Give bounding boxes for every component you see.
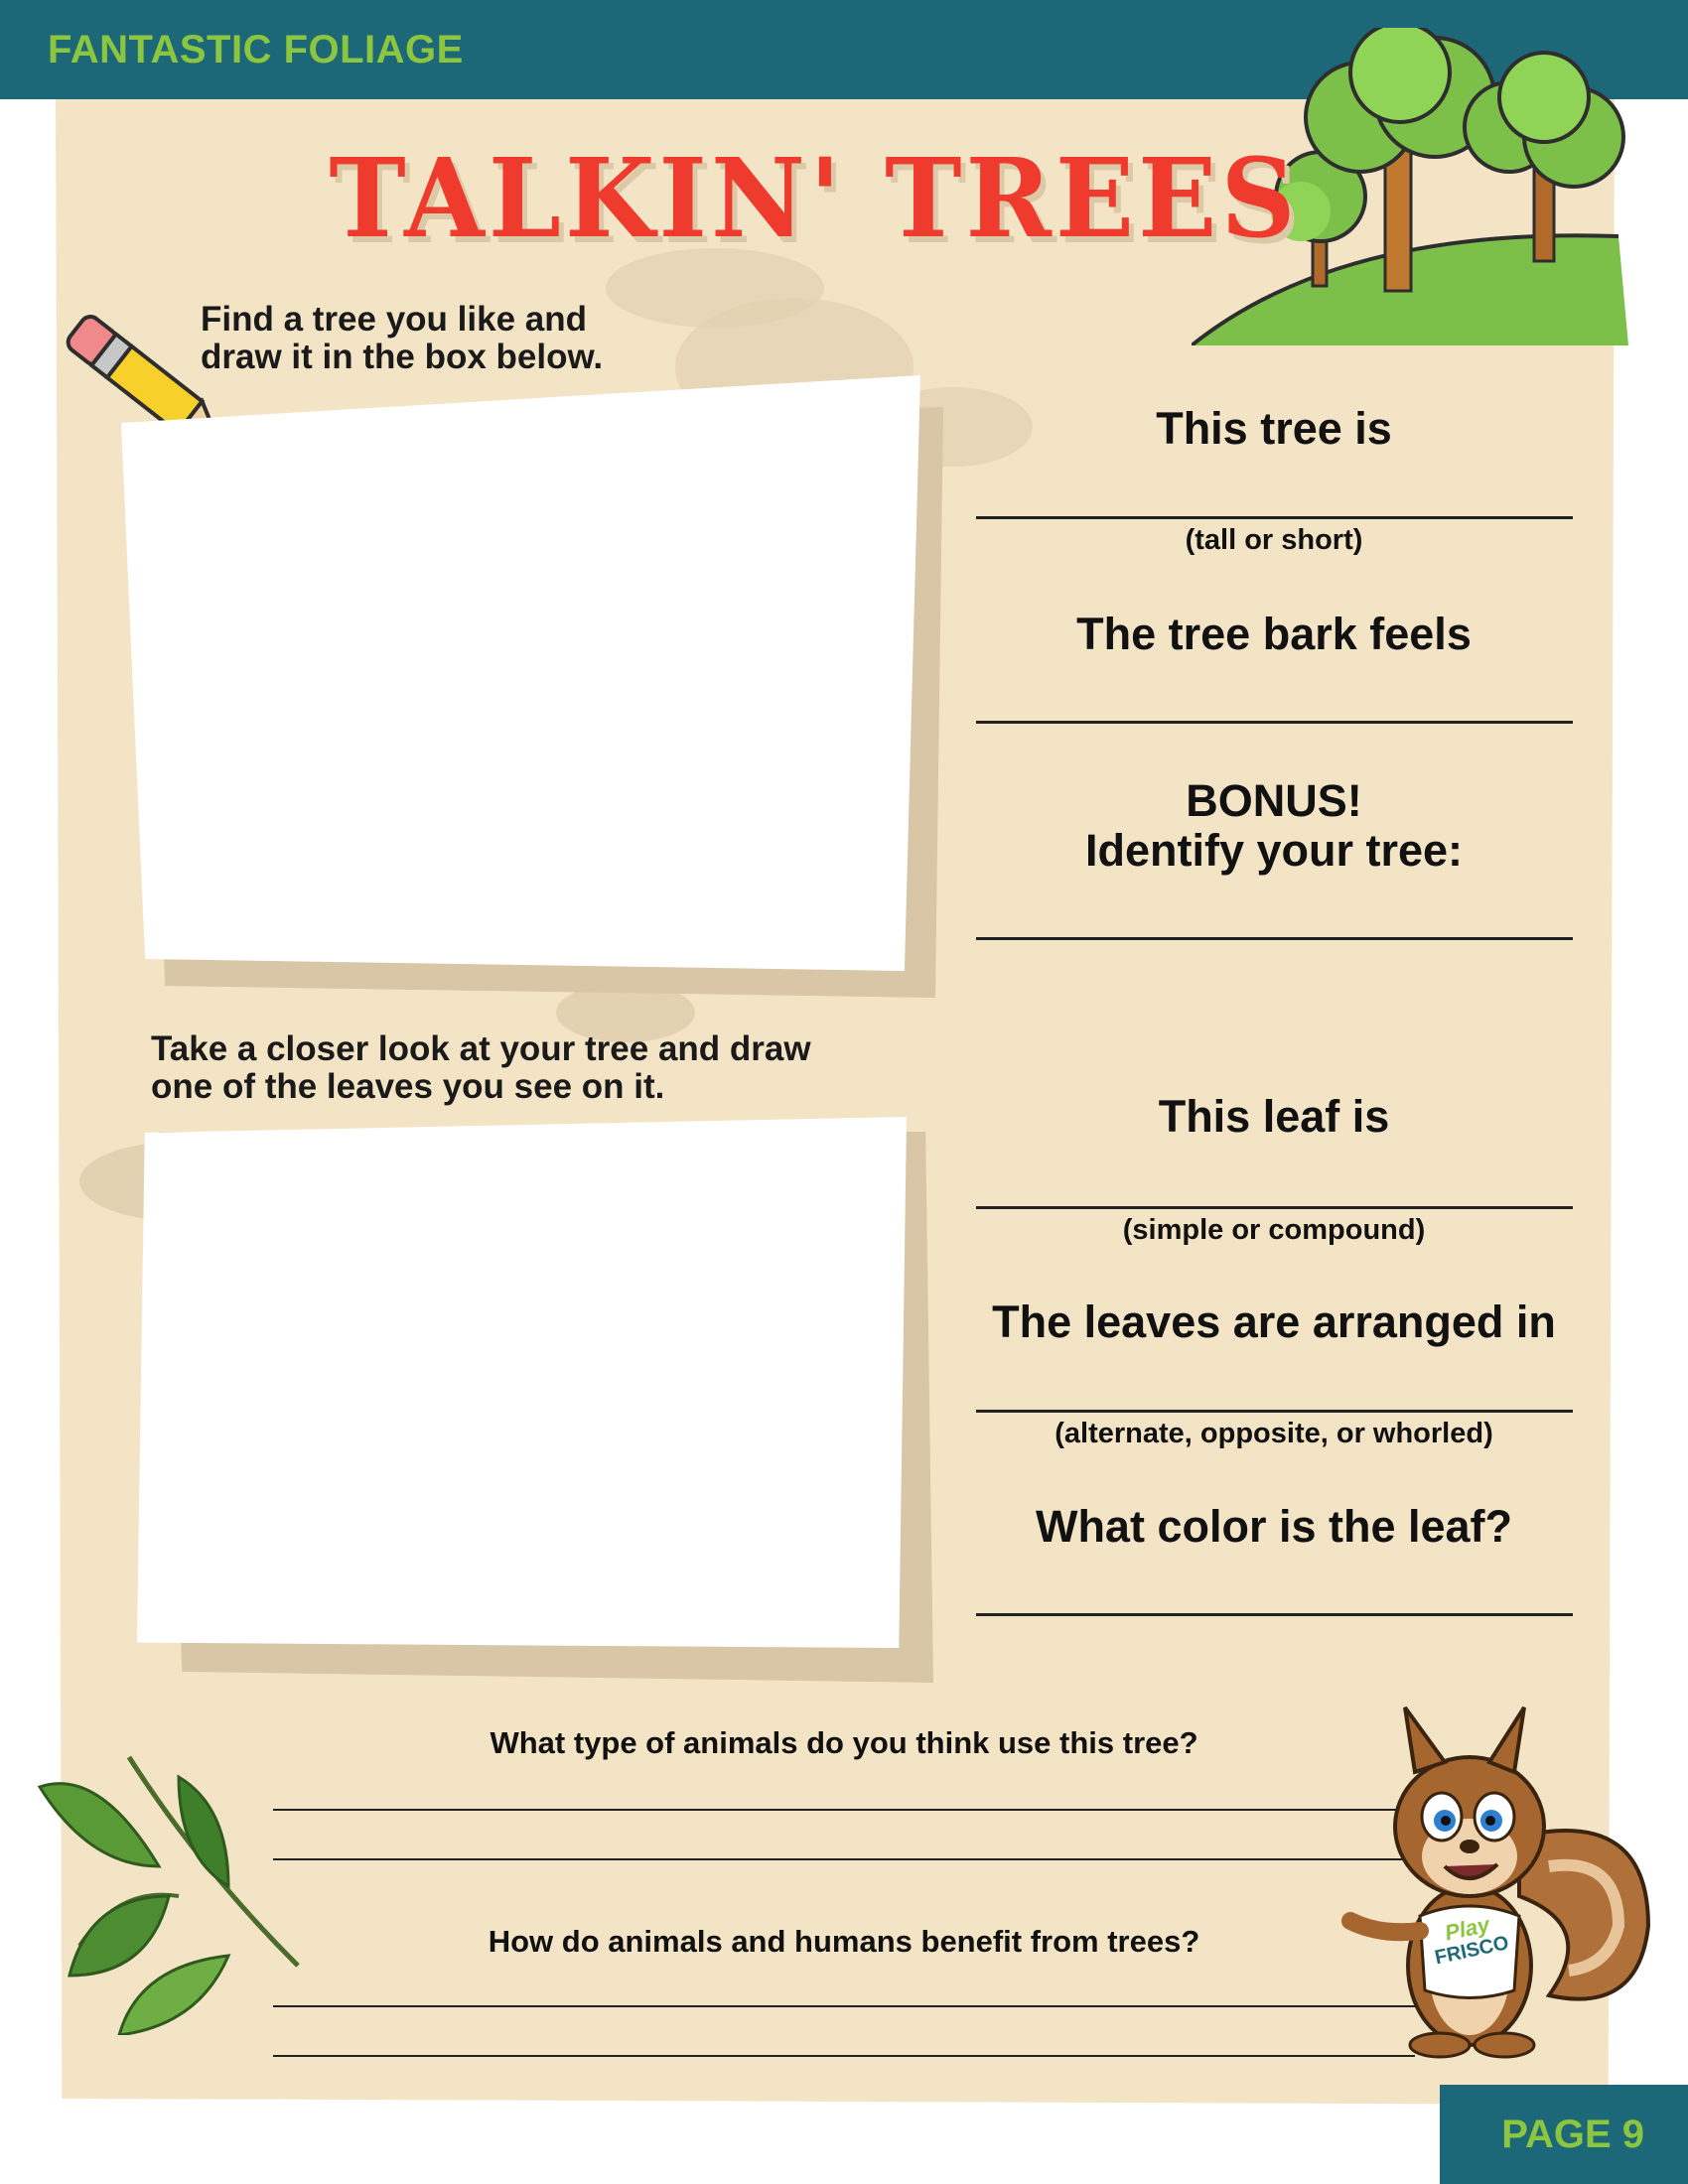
answer-line-bark-feel[interactable] [976, 721, 1573, 724]
answer-line-animals-2[interactable] [273, 1858, 1415, 1860]
answer-line-animals-1[interactable] [273, 1809, 1415, 1811]
leaf-prompt: Take a closer look at your tree and draw… [151, 1030, 811, 1106]
answer-line-tree-height[interactable] [976, 516, 1573, 519]
bonus-label: BONUS! [1186, 775, 1362, 826]
tree-prompt-line2: draw it in the box below. [201, 338, 604, 376]
page-title: TALKIN' TREES [329, 133, 1300, 263]
page-number: PAGE 9 [1501, 2113, 1644, 2156]
answer-line-leaf-color[interactable] [976, 1613, 1573, 1616]
section-title: FANTASTIC FOLIAGE [48, 28, 464, 71]
page-number-box: PAGE 9 [1440, 2085, 1688, 2184]
hint-leaf-type: (simple or compound) [1122, 1214, 1426, 1246]
answer-line-identify-tree[interactable] [976, 937, 1573, 940]
hint-tree-height: (tall or short) [1185, 524, 1363, 556]
tree-drawing-box[interactable] [121, 375, 920, 971]
squirrel-mascot-icon [1341, 1706, 1651, 2059]
question-leaf-type: This leaf is [1158, 1091, 1390, 1142]
identify-tree-label: Identify your tree: [1084, 825, 1464, 876]
leaf-drawing-box[interactable] [137, 1117, 907, 1648]
question-leaf-color: What color is the leaf? [1035, 1501, 1513, 1552]
question-bonus: BONUS! Identify your tree: [976, 776, 1572, 876]
tree-prompt-line1: Find a tree you like and [201, 300, 587, 339]
question-leaf-arrangement: The leaves are arranged in [992, 1297, 1556, 1347]
answer-line-leaf-type[interactable] [976, 1206, 1573, 1209]
tree-prompt: Find a tree you like and draw it in the … [201, 301, 603, 376]
leaf-sprig-icon [37, 1755, 300, 2035]
leaf-prompt-line1: Take a closer look at your tree and draw [151, 1029, 811, 1068]
question-tree-height: This tree is [1156, 403, 1392, 454]
answer-line-leaf-arrangement[interactable] [976, 1410, 1573, 1413]
hint-leaf-arrangement: (alternate, opposite, or whorled) [1055, 1418, 1493, 1449]
answer-line-benefits-1[interactable] [273, 2005, 1415, 2007]
question-bark-feel: The tree bark feels [1076, 609, 1472, 659]
leaf-prompt-line2: one of the leaves you see on it. [151, 1067, 665, 1106]
answer-line-benefits-2[interactable] [273, 2055, 1415, 2057]
